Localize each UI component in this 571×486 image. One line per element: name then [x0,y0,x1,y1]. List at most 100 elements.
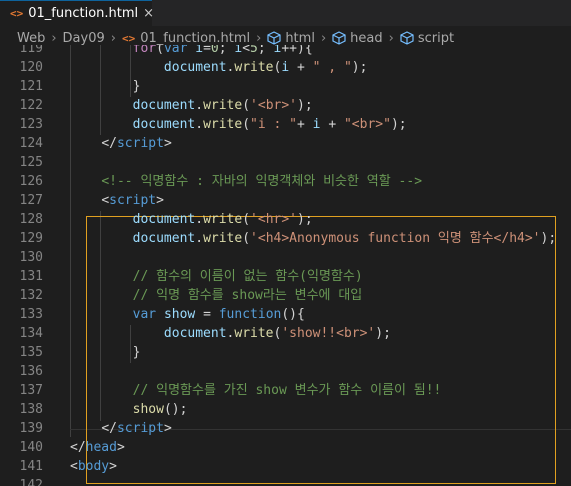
code-token: 'show!!<br>' [281,326,376,341]
code-line[interactable]: 137 // 익명함수를 가진 show 변수가 함수 이름이 됨!! [0,381,571,400]
code-line[interactable]: 132 // 익명 함수를 show라는 변수에 대입 [0,286,571,305]
code-text: // 익명 함수를 show라는 변수에 대입 [70,286,363,305]
code-line[interactable]: 135 } [0,343,571,362]
code-token: i [281,60,290,75]
code-line[interactable]: 139 </script> [0,419,571,438]
line-number: 131 [19,269,43,284]
code-token: } [70,79,141,94]
code-token: = [203,45,211,56]
code-token: write [234,326,274,341]
breadcrumb-item-script[interactable]: script [418,31,454,46]
code-line[interactable]: 120 document.write(i + " , "); [0,58,571,77]
line-number: 142 [19,478,43,486]
code-line[interactable]: 133 var show = function(){ [0,305,571,324]
code-line[interactable]: 125 [0,153,571,172]
code-editor[interactable]: 119 for(var i=0; i<5; i++){120 document.… [0,45,571,486]
code-token: ( [156,45,164,56]
code-token: var [132,307,157,322]
code-token: ); [375,326,391,341]
breadcrumb-item-html[interactable]: html [285,31,315,46]
line-number: 129 [19,231,43,246]
element-cube-icon [400,31,414,45]
element-cube-icon [332,31,346,45]
line-number: 122 [19,98,43,113]
line-number: 124 [19,136,43,151]
code-text: } [70,343,141,362]
code-token: i [195,45,204,56]
line-number: 135 [19,345,43,360]
code-line[interactable]: 138 show(); [0,400,571,419]
code-token: document [132,117,196,132]
code-token: function [218,307,282,322]
code-line[interactable]: 122 document.write('<br>'); [0,96,571,115]
breadcrumb-item-web[interactable]: Web [17,31,45,46]
close-icon[interactable]: × [143,6,154,21]
code-token: </ [70,440,86,455]
code-token: </ [101,421,117,436]
code-token: > [163,136,172,151]
code-text: show(); [70,400,188,419]
code-line[interactable]: 126 <!-- 익명함수 : 자바의 익명객체와 비슷한 역할 --> [0,172,571,191]
code-line[interactable]: 130 [0,248,571,267]
code-text: for(var i=0; i<5; i++){ [70,45,313,58]
element-cube-icon [267,31,281,45]
code-token: document [132,231,196,246]
line-number: 125 [19,155,43,170]
code-token: . [195,212,204,227]
chevron-right-icon: › [320,30,327,46]
code-token: } [70,345,141,360]
code-token: <!-- 익명함수 : 자바의 익명객체와 비슷한 역할 --> [101,174,423,189]
code-line[interactable]: 129 document.write('<h4>Anonymous functi… [0,229,571,248]
line-number: 138 [19,402,43,417]
code-text: // 함수의 이름이 없는 함수(익명함수) [70,267,363,286]
breadcrumb-item-day09[interactable]: Day09 [63,31,105,46]
code-text: document.write("i : "+ i + "<br>"); [70,115,407,134]
code-line[interactable]: 121 } [0,77,571,96]
code-line[interactable]: 136 [0,362,571,381]
breadcrumb-item-head[interactable]: head [350,31,382,46]
code-line[interactable]: 128 document.write('<hr>'); [0,210,571,229]
code-line[interactable]: 141 <body> [0,457,571,476]
code-token: ; [257,45,274,56]
code-line[interactable]: 131 // 함수의 이름이 없는 함수(익명함수) [0,267,571,286]
code-line[interactable]: 123 document.write("i : "+ i + "<br>"); [0,115,571,134]
code-text: document.write('<br>'); [70,96,313,115]
code-line[interactable]: 134 document.write('show!!<br>'); [0,324,571,343]
code-line[interactable]: 140 </head> [0,438,571,457]
code-token: + [297,117,313,132]
code-token: body [77,459,110,474]
code-line[interactable]: 119 for(var i=0; i<5; i++){ [0,45,571,58]
line-number: 120 [19,60,43,75]
tab-01-function-html[interactable]: <> 01_function.html × [0,0,154,26]
code-token: // 함수의 이름이 없는 함수(익명함수) [132,269,363,284]
code-token: ); [390,117,407,132]
code-token: for [132,45,157,56]
code-token: ( [242,117,251,132]
code-line[interactable]: 127 <script> [0,191,571,210]
code-token: var [163,45,188,56]
code-line[interactable]: 142 [0,476,571,486]
chevron-right-icon: › [256,30,262,46]
code-line[interactable]: 124 </script> [0,134,571,153]
code-token: write [203,231,243,246]
tab-bar: <> 01_function.html × [0,0,571,26]
breadcrumb-item-file[interactable]: 01_function.html [140,31,250,46]
code-token: write [234,60,274,75]
code-token: write [203,98,243,113]
code-token: // 익명함수를 가진 show 변수가 함수 이름이 됨!! [132,383,442,398]
code-token: ); [297,212,313,227]
code-token: ); [297,98,313,113]
code-token: // 익명 함수를 show라는 변수에 대입 [132,288,363,303]
code-token: head [85,440,117,455]
code-token: document [132,212,196,227]
code-token: > [116,440,125,455]
code-text: var show = function(){ [70,305,305,324]
code-token: document [132,98,196,113]
